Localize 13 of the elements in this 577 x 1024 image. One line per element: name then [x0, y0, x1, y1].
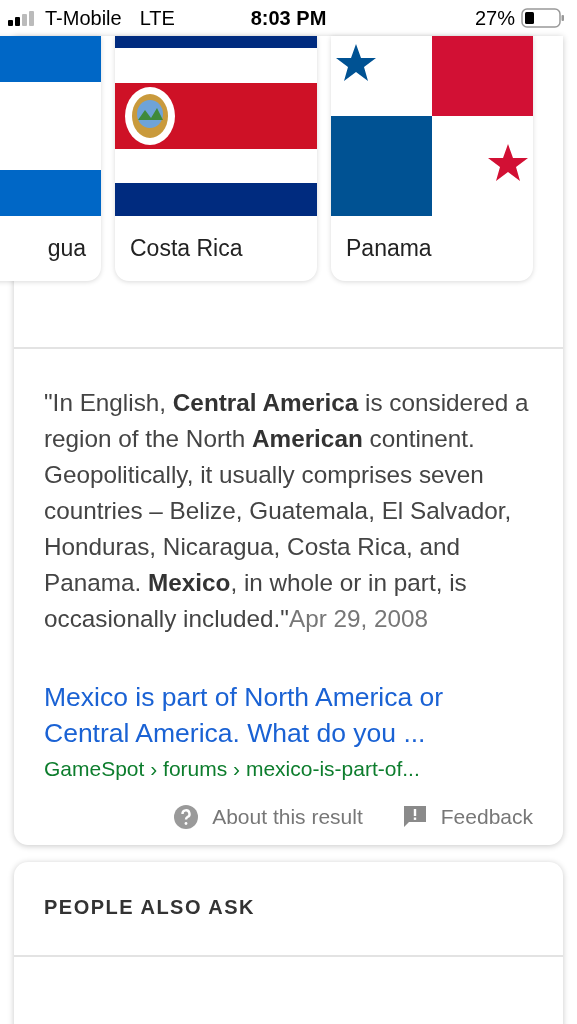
clock-time: 8:03 PM	[250, 6, 327, 29]
section-heading: PEOPLE ALSO ASK	[43, 895, 257, 920]
battery-icon	[521, 8, 565, 28]
feedback-icon	[402, 805, 427, 829]
feedback-button[interactable]: Feedback	[402, 805, 533, 829]
battery-percent: 27%	[474, 6, 515, 30]
result-title-link[interactable]: Mexico is part of North America or Central America. What do you ...	[44, 679, 535, 751]
carrier-name: T-Mobile	[45, 6, 122, 30]
network-type: LTE	[139, 6, 175, 30]
breadcrumb: GameSpot › forums › mexico-is-part-of...	[44, 756, 421, 782]
snippet-text: "In English, Central America is considered a region of the North American continent. Geopolitically, it usually comprises seven countries – Belize, Guatemala, El Salvador, Honduras, Nicaragua, Costa Rica, and Panama. Mexico, in whole or in part, is occasionally included."Apr 29, 2008	[44, 388, 530, 634]
about-result-button[interactable]: About this result	[174, 805, 363, 829]
help-icon	[174, 805, 199, 829]
